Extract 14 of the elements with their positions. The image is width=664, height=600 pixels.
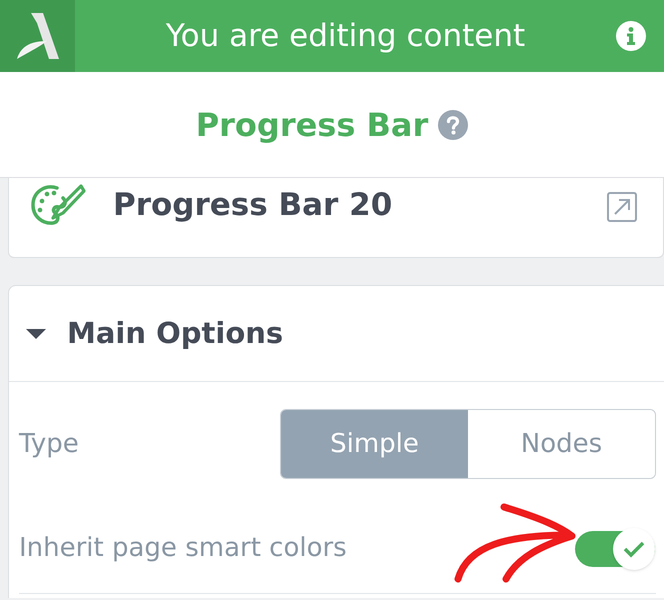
help-icon[interactable] [438,110,468,140]
check-icon [623,540,645,558]
element-name: Progress Bar 20 [113,190,394,221]
section-title: Main Options [67,314,284,352]
header-title: You are editing content [164,20,526,52]
info-icon[interactable] [616,21,646,51]
field-label: Inherit page smart colors [19,532,348,565]
open-external-icon[interactable] [607,192,637,222]
section-header[interactable]: Main Options [9,286,664,382]
field-label: Type [19,428,80,460]
panel-title: Progress Bar [196,108,428,140]
logo-icon[interactable] [0,0,75,72]
segment-option[interactable]: Simple [281,410,468,478]
palette-icon [29,182,87,226]
